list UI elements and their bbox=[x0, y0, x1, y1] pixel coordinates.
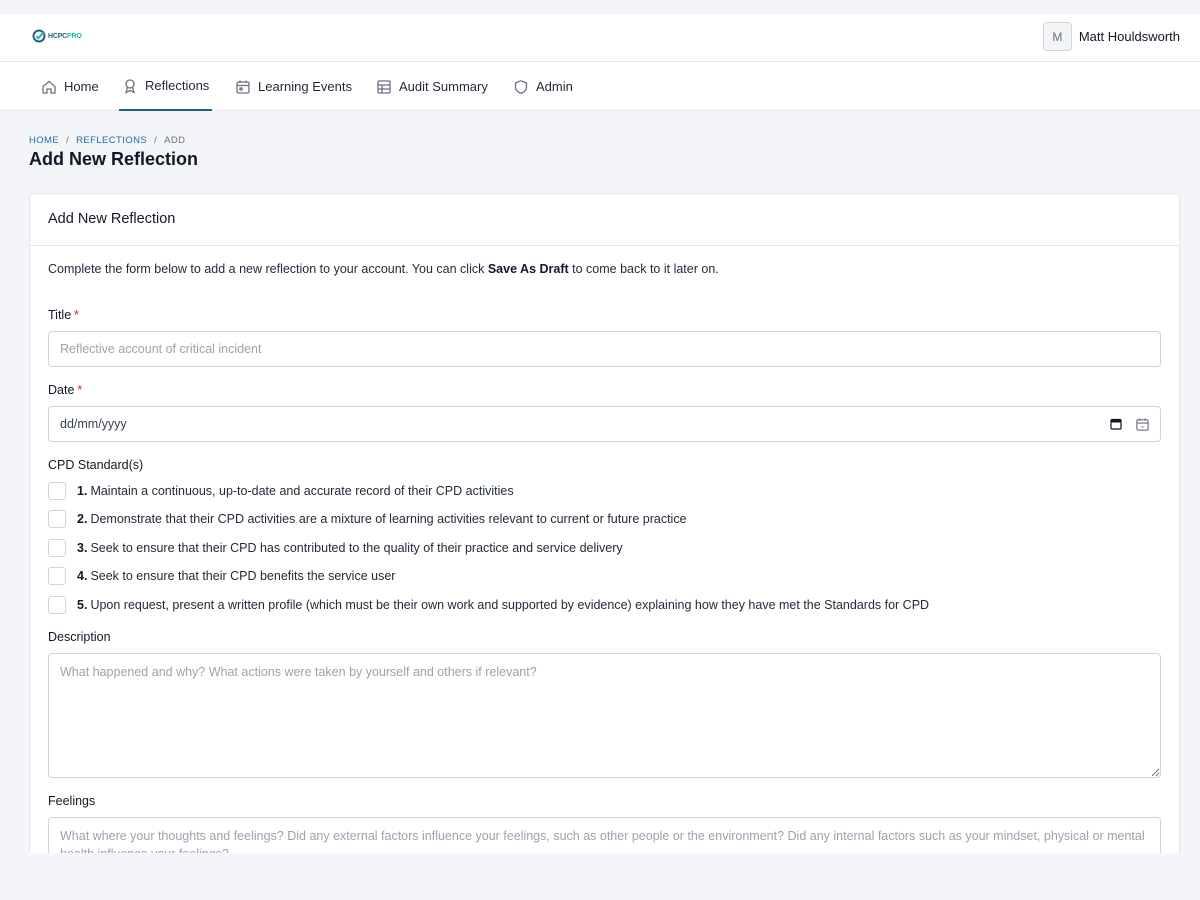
user-menu[interactable]: M Matt Houldsworth bbox=[1042, 22, 1180, 51]
page-title: Add New Reflection bbox=[29, 149, 199, 169]
breadcrumb: HOME / REFLECTIONS / ADD bbox=[29, 135, 185, 146]
nav-item-audit-summary[interactable]: Audit Summary bbox=[373, 62, 491, 111]
breadcrumb-current: ADD bbox=[164, 135, 186, 146]
nav-item-learning-events[interactable]: Learning Events bbox=[232, 62, 355, 111]
shield-icon bbox=[514, 79, 528, 94]
required-marker: * bbox=[77, 383, 83, 397]
nav-label-reflections: Reflections bbox=[145, 78, 210, 93]
calendar-icon[interactable] bbox=[1135, 417, 1150, 432]
check-circle-icon bbox=[32, 29, 46, 43]
card-title: Add New Reflection bbox=[30, 194, 1179, 246]
nav-item-admin[interactable]: Admin bbox=[510, 62, 576, 111]
cpd-standard-checkbox[interactable] bbox=[48, 596, 66, 614]
reflection-form-card: Add New Reflection Complete the form bel… bbox=[29, 193, 1180, 900]
calendar-picker-icon[interactable] bbox=[1110, 418, 1122, 430]
date-input[interactable]: dd/mm/yyyy bbox=[48, 406, 1161, 442]
nav-label-audit-summary: Audit Summary bbox=[399, 79, 488, 94]
date-label: Date * bbox=[48, 383, 83, 397]
table-icon bbox=[377, 79, 391, 94]
avatar[interactable]: M bbox=[1042, 22, 1072, 51]
cpd-standards-label: CPD Standard(s) bbox=[48, 458, 144, 472]
title-input[interactable] bbox=[48, 331, 1161, 367]
breadcrumb-separator: / bbox=[66, 135, 70, 146]
description-label: Description bbox=[48, 630, 111, 644]
cpd-standard-2[interactable]: 2. Demonstrate that their CPD activities … bbox=[48, 510, 687, 528]
cpd-standard-checkbox[interactable] bbox=[48, 567, 66, 585]
cpd-standard-4[interactable]: 4. Seek to ensure that their CPD benefits… bbox=[48, 567, 395, 585]
cpd-standard-checkbox[interactable] bbox=[48, 510, 66, 528]
cpd-standard-3[interactable]: 3. Seek to ensure that their CPD has cont… bbox=[48, 539, 623, 557]
award-icon bbox=[124, 78, 136, 94]
nav-item-reflections[interactable]: Reflections bbox=[119, 62, 213, 111]
breadcrumb-reflections[interactable]: REFLECTIONS bbox=[76, 135, 147, 146]
breadcrumb-home[interactable]: HOME bbox=[29, 135, 59, 146]
feelings-label: Feelings bbox=[48, 794, 96, 808]
user-name[interactable]: Matt Houldsworth bbox=[1079, 29, 1180, 44]
description-textarea[interactable] bbox=[48, 653, 1161, 778]
nav-label-learning-events: Learning Events bbox=[258, 79, 352, 94]
cpd-standard-1[interactable]: 1. Maintain a continuous, up-to-date and … bbox=[48, 482, 514, 500]
title-label: Title * bbox=[48, 308, 80, 322]
cpd-standard-5[interactable]: 5. Upon request, present a written profil… bbox=[48, 596, 929, 614]
required-marker: * bbox=[74, 308, 80, 322]
date-placeholder: dd/mm/yyyy bbox=[60, 417, 127, 431]
nav-item-home[interactable]: Home bbox=[38, 62, 102, 111]
cpd-standard-checkbox[interactable] bbox=[48, 539, 66, 557]
page-bottom-area bbox=[0, 853, 1200, 900]
main-nav: Home Reflections Learning Events Audit S… bbox=[0, 62, 1200, 111]
logo-text: HCPCPRO bbox=[48, 32, 82, 40]
calendar-icon bbox=[236, 80, 250, 94]
app-logo[interactable]: HCPCPRO bbox=[32, 29, 82, 43]
top-bar: HCPCPRO M Matt Houldsworth bbox=[0, 14, 1200, 62]
form-intro: Complete the form below to add a new ref… bbox=[48, 262, 719, 276]
save-as-draft-text: Save As Draft bbox=[487, 262, 569, 276]
home-icon bbox=[42, 80, 56, 94]
breadcrumb-separator: / bbox=[154, 135, 158, 146]
cpd-standard-checkbox[interactable] bbox=[48, 482, 66, 500]
nav-label-admin: Admin bbox=[536, 79, 573, 94]
nav-label-home: Home bbox=[64, 79, 99, 94]
